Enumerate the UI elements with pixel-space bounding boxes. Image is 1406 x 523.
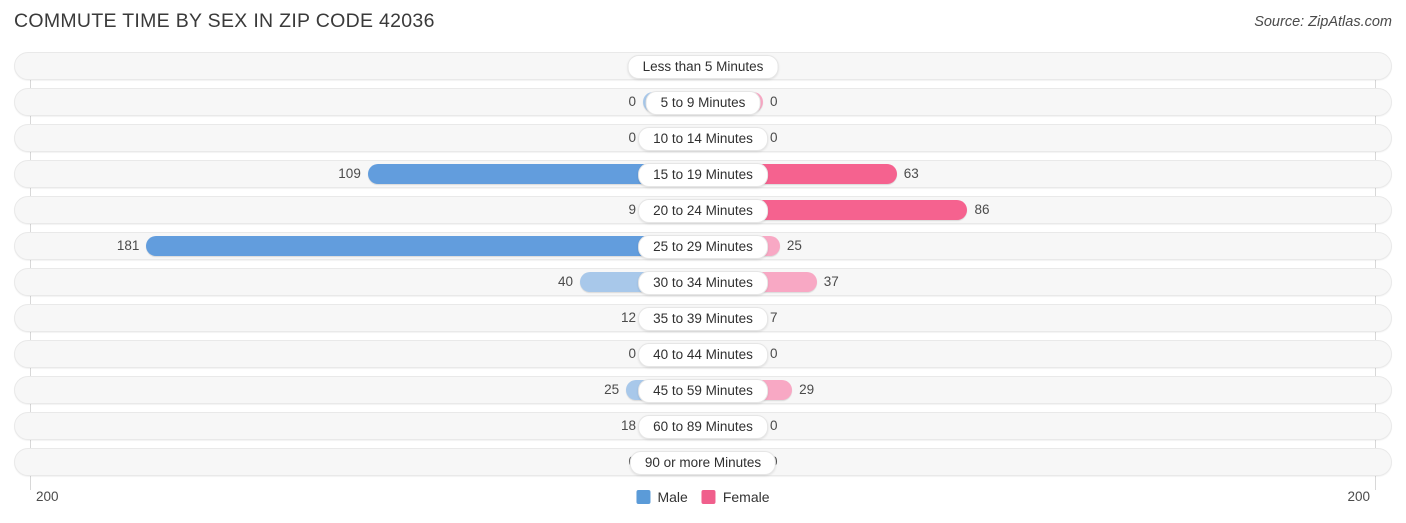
legend-swatch-icon: [636, 490, 651, 504]
category-label: Less than 5 Minutes: [627, 55, 779, 79]
table-row: 18 0 60 to 89 Minutes: [14, 412, 1392, 440]
legend-label: Female: [722, 489, 770, 505]
bar-value-male: 109: [338, 166, 361, 181]
bar-value-female: 0: [770, 94, 778, 109]
bar-value-female: 7: [770, 310, 778, 325]
bar-value-male: 0: [628, 94, 636, 109]
table-row: 0090 or more Minutes: [14, 448, 1392, 476]
bar-value-female: 0: [770, 130, 778, 145]
legend-item[interactable]: Male: [636, 489, 688, 505]
bar-value-male: 40: [557, 274, 573, 289]
table-row: 40 37 30 to 34 Minutes: [14, 268, 1392, 296]
bar-value-male: 18: [620, 418, 636, 433]
category-label: 10 to 14 Minutes: [638, 127, 768, 151]
category-label: 5 to 9 Minutes: [645, 91, 761, 115]
table-row: 9 86 20 to 24 Minutes: [14, 196, 1392, 224]
bar-value-male: 25: [604, 382, 620, 397]
category-label: 60 to 89 Minutes: [638, 415, 768, 439]
bar-value-male: 181: [116, 238, 140, 253]
table-row: 0 0 10 to 14 Minutes: [14, 124, 1392, 152]
bar-value-female: 25: [786, 238, 802, 253]
bar-value-male: 9: [628, 202, 636, 217]
bar-value-female: 63: [903, 166, 919, 181]
chart-legend: Male Female: [636, 486, 770, 508]
category-label: 20 to 24 Minutes: [638, 199, 768, 223]
table-row: 0 0 40 to 44 Minutes: [14, 340, 1392, 368]
category-label: 35 to 39 Minutes: [638, 307, 768, 331]
bar-value-female: 86: [974, 202, 990, 217]
chart-footer: 200 200 Male Female: [0, 486, 1406, 518]
bar-value-male: 0: [628, 346, 636, 361]
category-label: 40 to 44 Minutes: [638, 343, 768, 367]
chart-rows: 00Less than 5 Minutes005 to 9 Minutes001…: [0, 52, 1406, 484]
table-row: 109 63 15 to 19 Minutes: [14, 160, 1392, 188]
bar-value-female: 29: [799, 382, 815, 397]
chart-page: COMMUTE TIME BY SEX IN ZIP CODE 42036 So…: [0, 0, 1406, 523]
category-label: 15 to 19 Minutes: [638, 163, 768, 187]
legend-swatch-icon: [701, 490, 716, 504]
axis-max-right: 200: [1347, 489, 1370, 504]
category-label: 25 to 29 Minutes: [638, 235, 768, 259]
table-row: 25 29 45 to 59 Minutes: [14, 376, 1392, 404]
axis-max-left: 200: [36, 489, 59, 504]
bar-value-female: 37: [823, 274, 839, 289]
page-title: COMMUTE TIME BY SEX IN ZIP CODE 42036: [14, 10, 435, 32]
bar-male: [146, 236, 703, 256]
legend-item[interactable]: Female: [701, 489, 770, 505]
category-label: 90 or more Minutes: [629, 451, 777, 475]
table-row: 00Less than 5 Minutes: [14, 52, 1392, 80]
category-label: 45 to 59 Minutes: [638, 379, 768, 403]
table-row: 181 25 25 to 29 Minutes: [14, 232, 1392, 260]
legend-label: Male: [657, 489, 688, 505]
table-row: 12 7 35 to 39 Minutes: [14, 304, 1392, 332]
category-label: 30 to 34 Minutes: [638, 271, 768, 295]
bar-value-female: 0: [770, 418, 778, 433]
bar-value-male: 0: [628, 130, 636, 145]
chart-plot-area: 00Less than 5 Minutes005 to 9 Minutes001…: [0, 52, 1406, 490]
bar-value-male: 12: [620, 310, 636, 325]
table-row: 0 0 5 to 9 Minutes: [14, 88, 1392, 116]
source-attribution: Source: ZipAtlas.com: [1254, 14, 1392, 30]
bar-value-female: 0: [770, 346, 778, 361]
